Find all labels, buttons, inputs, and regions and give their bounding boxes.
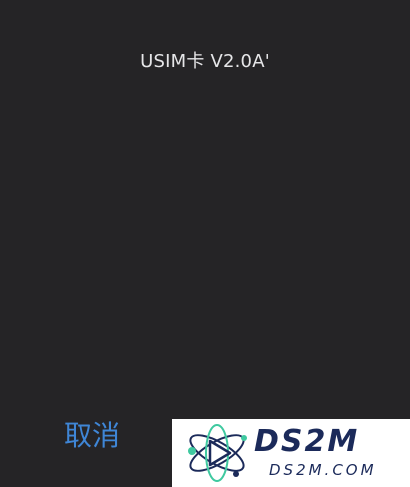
watermark-logo-icon: DS2M DS2M.COM [188, 424, 377, 482]
site-watermark: DS2M DS2M.COM [172, 419, 410, 487]
dialog-title: USIM卡 V2.0A' [140, 51, 270, 72]
watermark-brand-text: DS2M [254, 424, 359, 459]
sim-info-dialog: USIM卡 V2.0A' 取消 [0, 0, 410, 487]
cancel-button[interactable]: 取消 [64, 410, 144, 458]
watermark-domain-text: DS2M.COM [269, 461, 377, 479]
